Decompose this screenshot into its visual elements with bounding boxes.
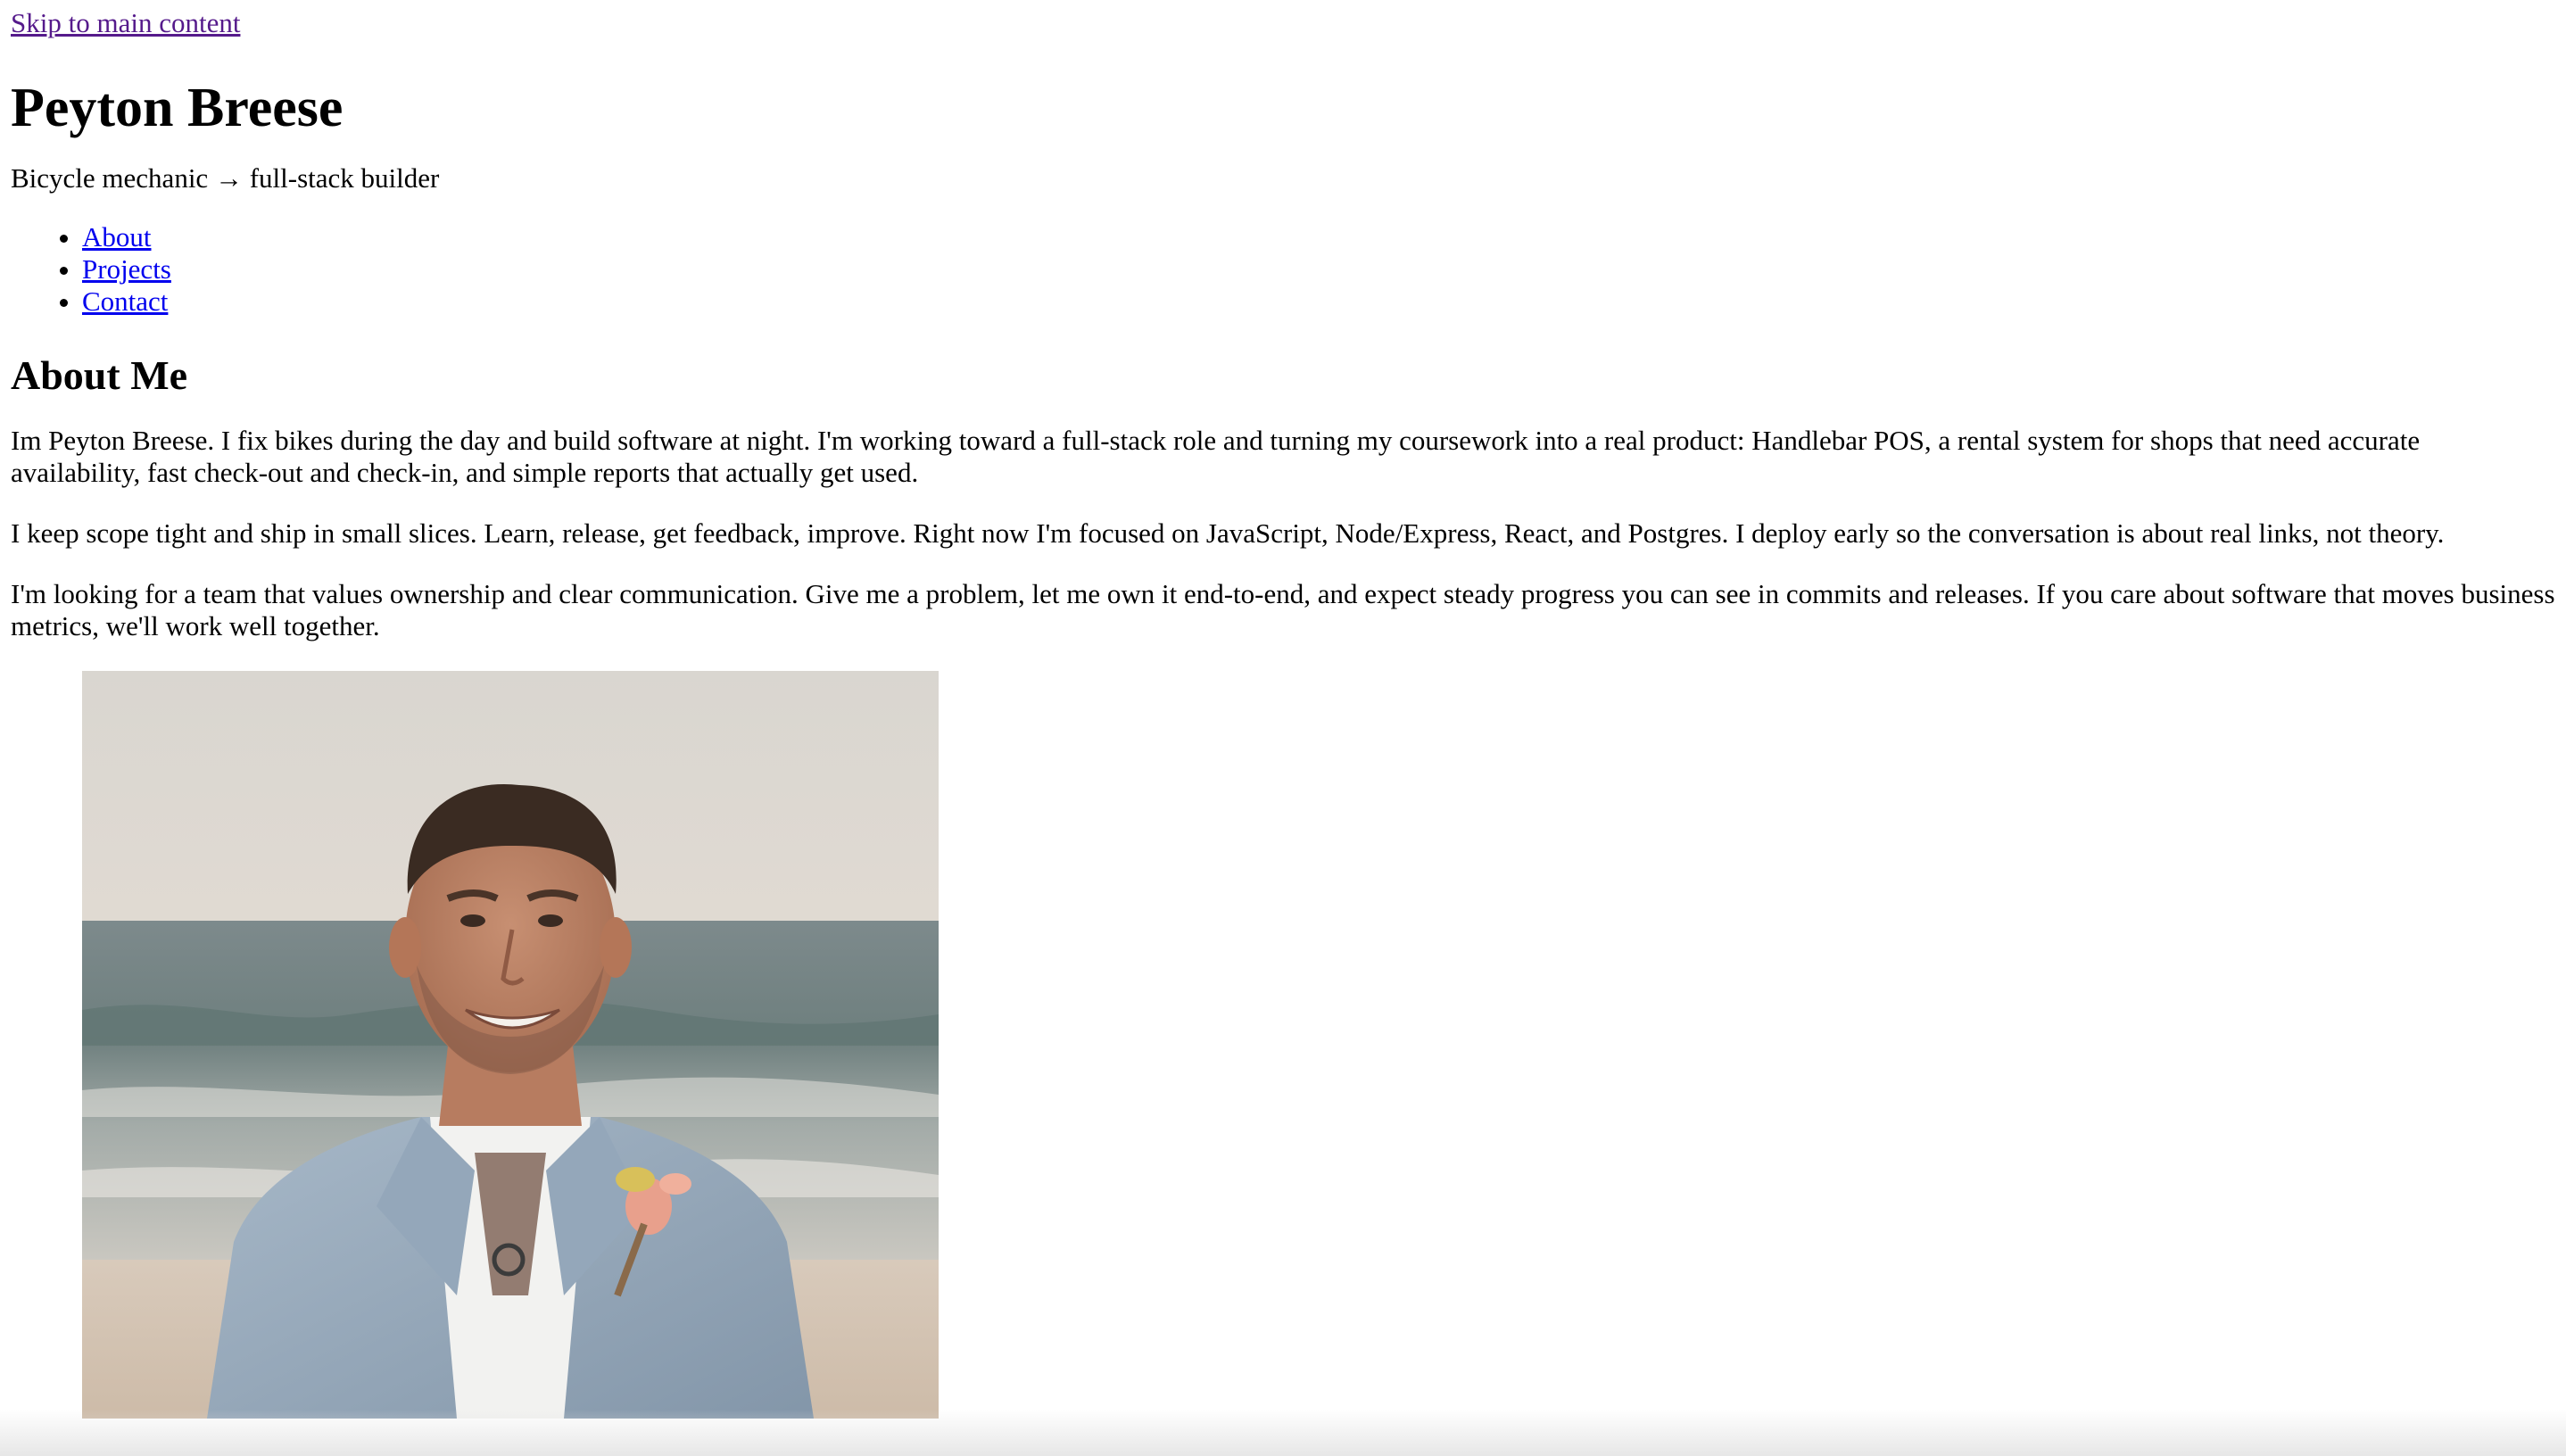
about-paragraph-1: Im Peyton Breese. I fix bikes during the… xyxy=(11,425,2421,488)
about-paragraph-3: I'm looking for a team that values owner… xyxy=(11,578,2555,641)
site-header: Peyton Breese Bicycle mechanic → full-st… xyxy=(11,77,2555,194)
page: Skip to main content Peyton Breese Bicyc… xyxy=(0,0,2566,1419)
nav-item-contact: Contact xyxy=(82,285,2555,318)
about-section: About Me Im Peyton Breese. I fix bikes d… xyxy=(11,352,2555,1419)
nav-item-projects: Projects xyxy=(82,253,2555,285)
main-nav: About Projects Contact xyxy=(11,221,2555,318)
nav-item-about: About xyxy=(82,221,2555,253)
skip-to-main-link[interactable]: Skip to main content xyxy=(11,0,2555,43)
about-heading: About Me xyxy=(11,352,188,398)
portrait-photo-icon xyxy=(82,671,939,1419)
about-paragraph-2: I keep scope tight and ship in small sli… xyxy=(11,517,2445,549)
nav-link-about[interactable]: About xyxy=(82,221,152,252)
tagline: Bicycle mechanic → full-stack builder xyxy=(11,162,440,194)
nav-list: About Projects Contact xyxy=(11,221,2555,318)
page-title: Peyton Breese xyxy=(11,78,344,138)
main-content: About Me Im Peyton Breese. I fix bikes d… xyxy=(11,352,2555,1419)
profile-photo xyxy=(82,671,939,1419)
nav-link-projects[interactable]: Projects xyxy=(82,253,171,285)
nav-link-contact[interactable]: Contact xyxy=(82,285,168,317)
